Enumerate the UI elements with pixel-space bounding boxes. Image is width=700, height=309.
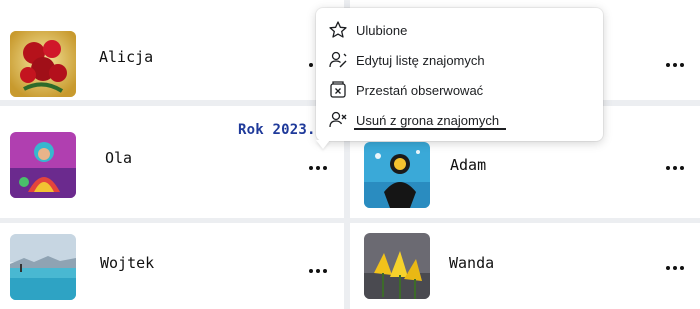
lake-landscape-photo <box>10 234 76 300</box>
avatar[interactable] <box>10 234 76 300</box>
friend-name[interactable]: Alicja <box>99 48 153 66</box>
avatar[interactable] <box>364 233 430 299</box>
avatar[interactable] <box>10 31 76 97</box>
more-options-icon[interactable] <box>305 263 331 279</box>
yellow-flowers-photo <box>364 233 430 299</box>
more-options-icon[interactable] <box>662 57 688 73</box>
more-options-icon[interactable] <box>305 160 331 176</box>
friend-context-menu: Ulubione Edytuj listę znajomych Przestań… <box>316 8 603 141</box>
menu-item-label: Edytuj listę znajomych <box>356 52 485 68</box>
star-icon <box>329 21 347 38</box>
friend-name[interactable]: Wojtek <box>100 254 154 272</box>
menu-pointer <box>316 140 330 149</box>
unfollow-icon <box>330 81 346 98</box>
red-roses-photo <box>10 31 76 97</box>
menu-item-unfollow[interactable]: Przestań obserwować <box>316 76 603 104</box>
menu-item-label: Przestań obserwować <box>356 82 484 98</box>
friend-card-wojtek: Wojtek <box>0 223 344 309</box>
friend-name[interactable]: Wanda <box>449 254 494 272</box>
friend-card-wanda: Wanda <box>350 223 700 309</box>
edit-friend-list-icon <box>329 51 347 68</box>
menu-item-label: Usuń z grona znajomych <box>356 112 500 128</box>
menu-item-favorites[interactable]: Ulubione <box>316 16 603 44</box>
avatar[interactable] <box>364 142 430 208</box>
friend-name[interactable]: Ola <box>105 149 132 167</box>
avatar[interactable] <box>10 132 76 198</box>
more-options-icon[interactable] <box>662 260 688 276</box>
colorful-figure-photo <box>10 132 76 198</box>
diver-photo <box>364 142 430 208</box>
remove-friend-icon <box>329 111 347 128</box>
menu-item-label: Ulubione <box>356 22 408 38</box>
more-options-icon[interactable] <box>662 160 688 176</box>
remove-friend-underline <box>354 128 506 130</box>
friend-name[interactable]: Adam <box>450 156 486 174</box>
friend-card-alicja: Alicja <box>0 0 344 100</box>
menu-item-edit-friend-list[interactable]: Edytuj listę znajomych <box>316 46 603 74</box>
